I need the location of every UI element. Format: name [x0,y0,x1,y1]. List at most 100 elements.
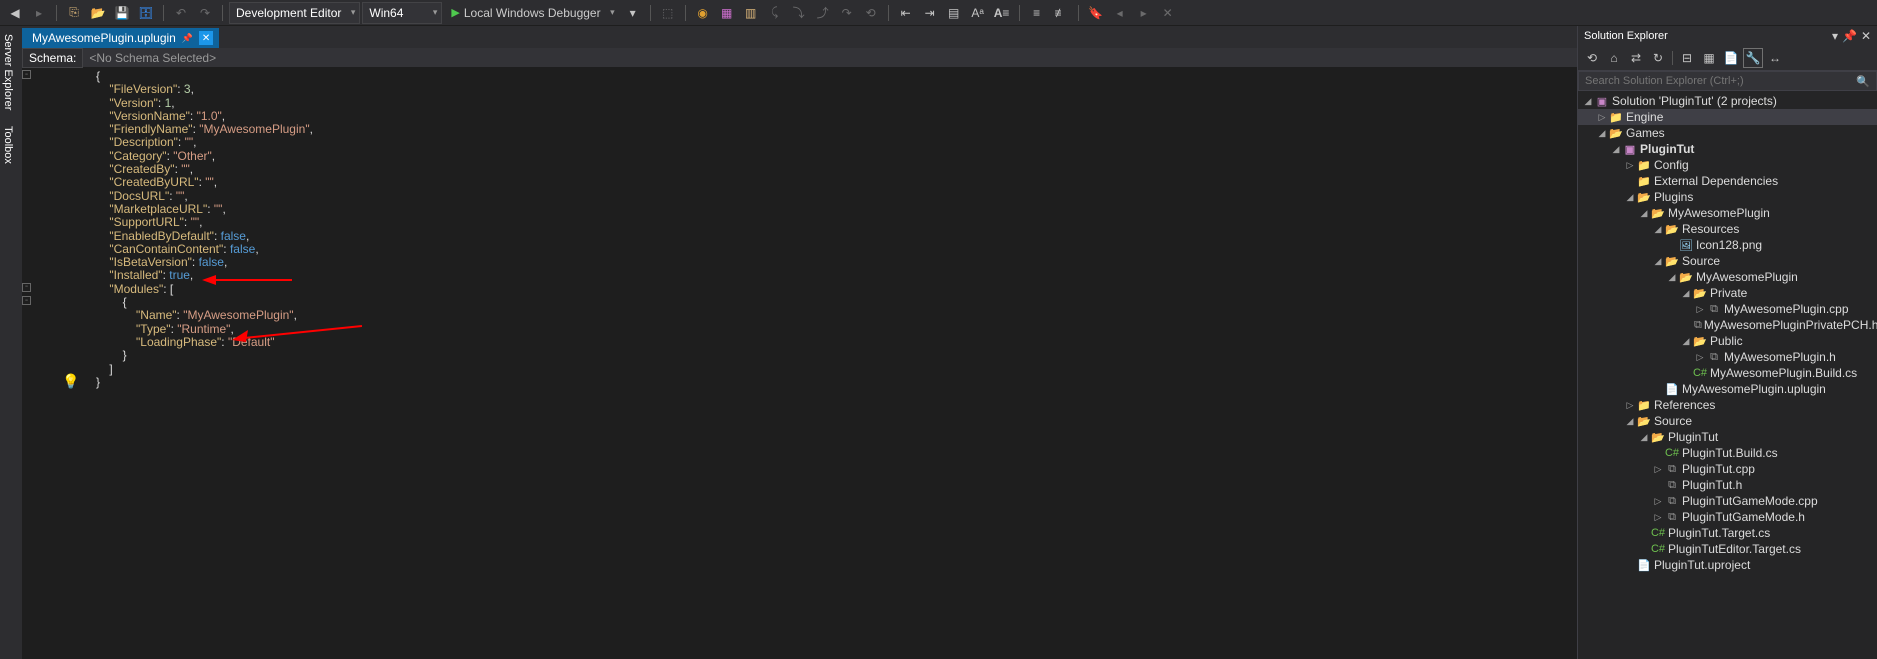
tree-item[interactable]: ▷📁Engine [1578,109,1877,125]
tree-item[interactable]: ▷⧉PluginTut.cpp [1578,461,1877,477]
open-file-icon[interactable]: 📂 [87,2,109,24]
save-icon[interactable]: 💾 [111,2,133,24]
save-all-icon[interactable]: 🗄 [135,2,157,24]
tree-item[interactable]: 📄MyAwesomePlugin.uplugin [1578,381,1877,397]
nav-back-icon[interactable]: ◀ [4,2,26,24]
tree-item[interactable]: ◢📂MyAwesomePlugin [1578,269,1877,285]
tree-item[interactable]: ◢📂Public [1578,333,1877,349]
format-icon-2[interactable]: Aᵃ [967,2,989,24]
indent-left-icon[interactable]: ⇤ [895,2,917,24]
undo-icon[interactable]: ↶ [170,2,192,24]
toolbox-tab[interactable]: Toolbox [0,118,22,172]
tree-twisty-icon[interactable]: ▷ [1596,112,1608,123]
tree-item[interactable]: 🖼Icon128.png [1578,237,1877,253]
tree-twisty-icon[interactable]: ▷ [1694,304,1706,315]
tree-twisty-icon[interactable]: ◢ [1638,208,1650,219]
start-debug-button[interactable]: ▶Local Windows Debugger [444,2,619,24]
close-pane-icon[interactable]: ✕ [1861,29,1871,43]
clear-bookmark-icon[interactable]: ✕ [1157,2,1179,24]
tree-item[interactable]: ◢▣PluginTut [1578,141,1877,157]
tree-item[interactable]: C#MyAwesomePlugin.Build.cs [1578,365,1877,381]
tree-twisty-icon[interactable]: ◢ [1638,432,1650,443]
solution-search[interactable]: 🔍 [1578,71,1877,91]
schema-value[interactable]: <No Schema Selected> [83,49,1577,67]
indent-right-icon[interactable]: ⇥ [919,2,941,24]
tree-item[interactable]: ▷⧉PluginTutGameMode.cpp [1578,493,1877,509]
tree-twisty-icon[interactable]: ◢ [1680,336,1692,347]
tree-item[interactable]: ▷📁References [1578,397,1877,413]
tree-item[interactable]: ◢📂PluginTut [1578,429,1877,445]
config-dropdown[interactable]: Development Editor [229,2,360,24]
tool-icon-2[interactable]: ▦ [716,2,738,24]
tree-item[interactable]: ⧉PluginTut.h [1578,477,1877,493]
solution-search-input[interactable] [1579,72,1850,90]
wrench-icon[interactable]: 🔧 [1743,48,1763,68]
bookmark-icon[interactable]: 🔖 [1085,2,1107,24]
tree-twisty-icon[interactable]: ◢ [1610,144,1622,155]
tree-item[interactable]: ▷📁Config [1578,157,1877,173]
outline-toggle[interactable]: - [22,283,31,292]
outline-toggle[interactable]: - [22,70,31,79]
tree-item[interactable]: ▷⧉MyAwesomePlugin.cpp [1578,301,1877,317]
tree-item[interactable]: ◢📂Private [1578,285,1877,301]
process-icon[interactable]: ⬚ [657,2,679,24]
home2-icon[interactable]: ⌂ [1604,48,1624,68]
uncomment-icon[interactable]: ≢ [1050,2,1072,24]
lightbulb-icon[interactable]: 💡 [62,373,79,390]
format-icon-3[interactable]: A≡ [991,2,1013,24]
tree-twisty-icon[interactable]: ▷ [1652,496,1664,507]
solution-tree[interactable]: ◢▣Solution 'PluginTut' (2 projects) ▷📁En… [1578,91,1877,659]
tree-item[interactable]: ⧉MyAwesomePluginPrivatePCH.h [1578,317,1877,333]
tree-twisty-icon[interactable]: ◢ [1624,416,1636,427]
step-icon-3[interactable]: ⤴ [812,2,834,24]
tree-item[interactable]: ◢📂MyAwesomePlugin [1578,205,1877,221]
home-icon[interactable]: ⟲ [1582,48,1602,68]
tree-item[interactable]: ▷⧉PluginTutGameMode.h [1578,509,1877,525]
sync-icon[interactable]: ⇄ [1626,48,1646,68]
close-tab-icon[interactable]: ✕ [199,31,213,45]
tree-twisty-icon[interactable]: ◢ [1624,192,1636,203]
outline-toggle[interactable]: - [22,296,31,305]
code-editor[interactable]: --- { "FileVersion": 3, "Version": 1, "V… [22,68,1577,659]
tree-twisty-icon[interactable]: ▷ [1624,160,1636,171]
tree-item[interactable]: 📁External Dependencies [1578,173,1877,189]
properties-icon[interactable]: 📄 [1721,48,1741,68]
tree-twisty-icon[interactable]: ◢ [1666,272,1678,283]
collapse-icon[interactable]: ⊟ [1677,48,1697,68]
tree-item[interactable]: ▷⧉MyAwesomePlugin.h [1578,349,1877,365]
tree-item[interactable]: C#PluginTutEditor.Target.cs [1578,541,1877,557]
platform-dropdown[interactable]: Win64 [362,2,442,24]
tree-item[interactable]: 📄PluginTut.uproject [1578,557,1877,573]
tree-twisty-icon[interactable]: ▷ [1624,400,1636,411]
tree-twisty-icon[interactable]: ◢ [1596,128,1608,139]
step-icon-5[interactable]: ⟲ [860,2,882,24]
preview-icon[interactable]: ↔ [1765,48,1785,68]
tree-twisty-icon[interactable]: ◢ [1652,256,1664,267]
tree-item[interactable]: ◢📂Source [1578,413,1877,429]
tree-twisty-icon[interactable]: ▷ [1652,464,1664,475]
show-all-icon[interactable]: ▦ [1699,48,1719,68]
tree-item[interactable]: ◢📂Games [1578,125,1877,141]
tree-twisty-icon[interactable]: ▷ [1694,352,1706,363]
window-dropdown-icon[interactable]: ▾ [1832,29,1838,43]
refresh-icon[interactable]: ↻ [1648,48,1668,68]
tool-icon-1[interactable]: ◉ [692,2,714,24]
step-icon-2[interactable]: ⤵ [788,2,810,24]
format-icon-1[interactable]: ▤ [943,2,965,24]
redo-icon[interactable]: ↷ [194,2,216,24]
tree-item[interactable]: ◢📂Plugins [1578,189,1877,205]
next-bookmark-icon[interactable]: ▸ [1133,2,1155,24]
server-explorer-tab[interactable]: Server Explorer [0,26,22,118]
step-icon-4[interactable]: ↷ [836,2,858,24]
tree-item[interactable]: ◢📂Resources [1578,221,1877,237]
new-project-icon[interactable]: ⎘ [63,2,85,24]
step-icon-1[interactable]: ⤹ [764,2,786,24]
tree-item[interactable]: C#PluginTut.Build.cs [1578,445,1877,461]
search-icon[interactable]: 🔍 [1850,75,1876,88]
tool-icon-3[interactable]: ▥ [740,2,762,24]
tree-twisty-icon[interactable]: ◢ [1680,288,1692,299]
tree-twisty-icon[interactable]: ◢ [1652,224,1664,235]
file-tab[interactable]: MyAwesomePlugin.uplugin 📌 ✕ [22,28,220,48]
tree-item[interactable]: C#PluginTut.Target.cs [1578,525,1877,541]
solution-node[interactable]: ◢▣Solution 'PluginTut' (2 projects) [1578,93,1877,109]
